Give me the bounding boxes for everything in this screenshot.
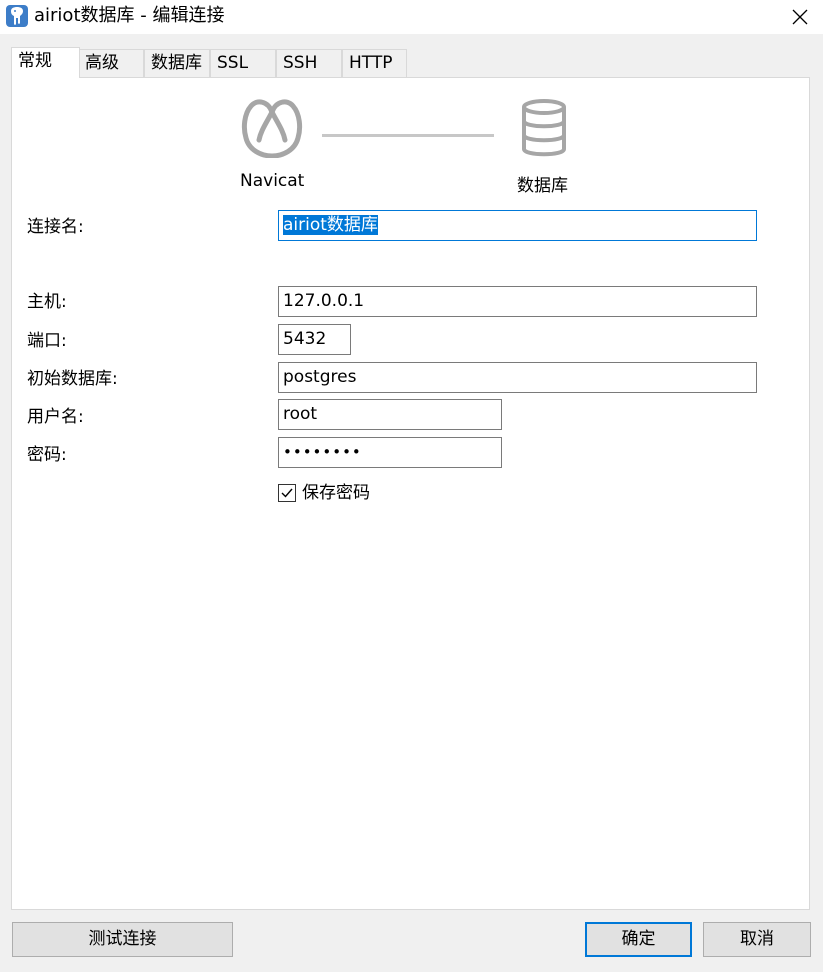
- initial-database-label: 初始数据库:: [27, 369, 118, 389]
- save-password-label: 保存密码: [302, 483, 370, 503]
- port-label: 端口:: [27, 331, 67, 351]
- close-button[interactable]: [777, 0, 823, 34]
- general-panel: Navicat 数据库 连接名: airiot数据库 主机: 127.0.0.1…: [11, 77, 810, 910]
- close-icon: [792, 9, 808, 25]
- tab-http[interactable]: HTTP: [342, 49, 407, 77]
- title-bar: airiot数据库 - 编辑连接: [0, 0, 823, 34]
- password-input[interactable]: ••••••••: [278, 437, 502, 468]
- username-input[interactable]: root: [278, 399, 502, 430]
- tab-databases[interactable]: 数据库: [144, 49, 210, 77]
- navicat-logo-icon: [241, 98, 303, 163]
- window-title: airiot数据库 - 编辑连接: [34, 5, 225, 26]
- database-icon: [520, 98, 568, 163]
- tab-general[interactable]: 常规: [11, 47, 80, 78]
- test-connection-button[interactable]: 测试连接: [12, 922, 233, 957]
- checkmark-icon: [281, 488, 293, 498]
- connection-name-input[interactable]: airiot数据库: [278, 210, 757, 241]
- initial-database-input[interactable]: postgres: [278, 362, 757, 393]
- cancel-button[interactable]: 取消: [703, 922, 811, 957]
- username-label: 用户名:: [27, 407, 84, 427]
- checkbox-box[interactable]: [278, 484, 296, 502]
- tab-ssl[interactable]: SSL: [210, 49, 276, 77]
- host-label: 主机:: [27, 292, 67, 312]
- postgresql-elephant-icon: [6, 5, 28, 27]
- password-label: 密码:: [27, 445, 67, 465]
- tab-advanced[interactable]: 高级: [78, 49, 144, 77]
- tab-ssh[interactable]: SSH: [276, 49, 342, 77]
- connection-name-value: airiot数据库: [283, 215, 378, 235]
- navicat-caption: Navicat: [240, 171, 305, 191]
- connection-line: [322, 134, 494, 137]
- host-input[interactable]: 127.0.0.1: [278, 286, 757, 317]
- database-caption: 数据库: [517, 176, 568, 196]
- connection-name-label: 连接名:: [27, 217, 84, 237]
- ok-button[interactable]: 确定: [585, 922, 692, 957]
- port-input[interactable]: 5432: [278, 324, 351, 355]
